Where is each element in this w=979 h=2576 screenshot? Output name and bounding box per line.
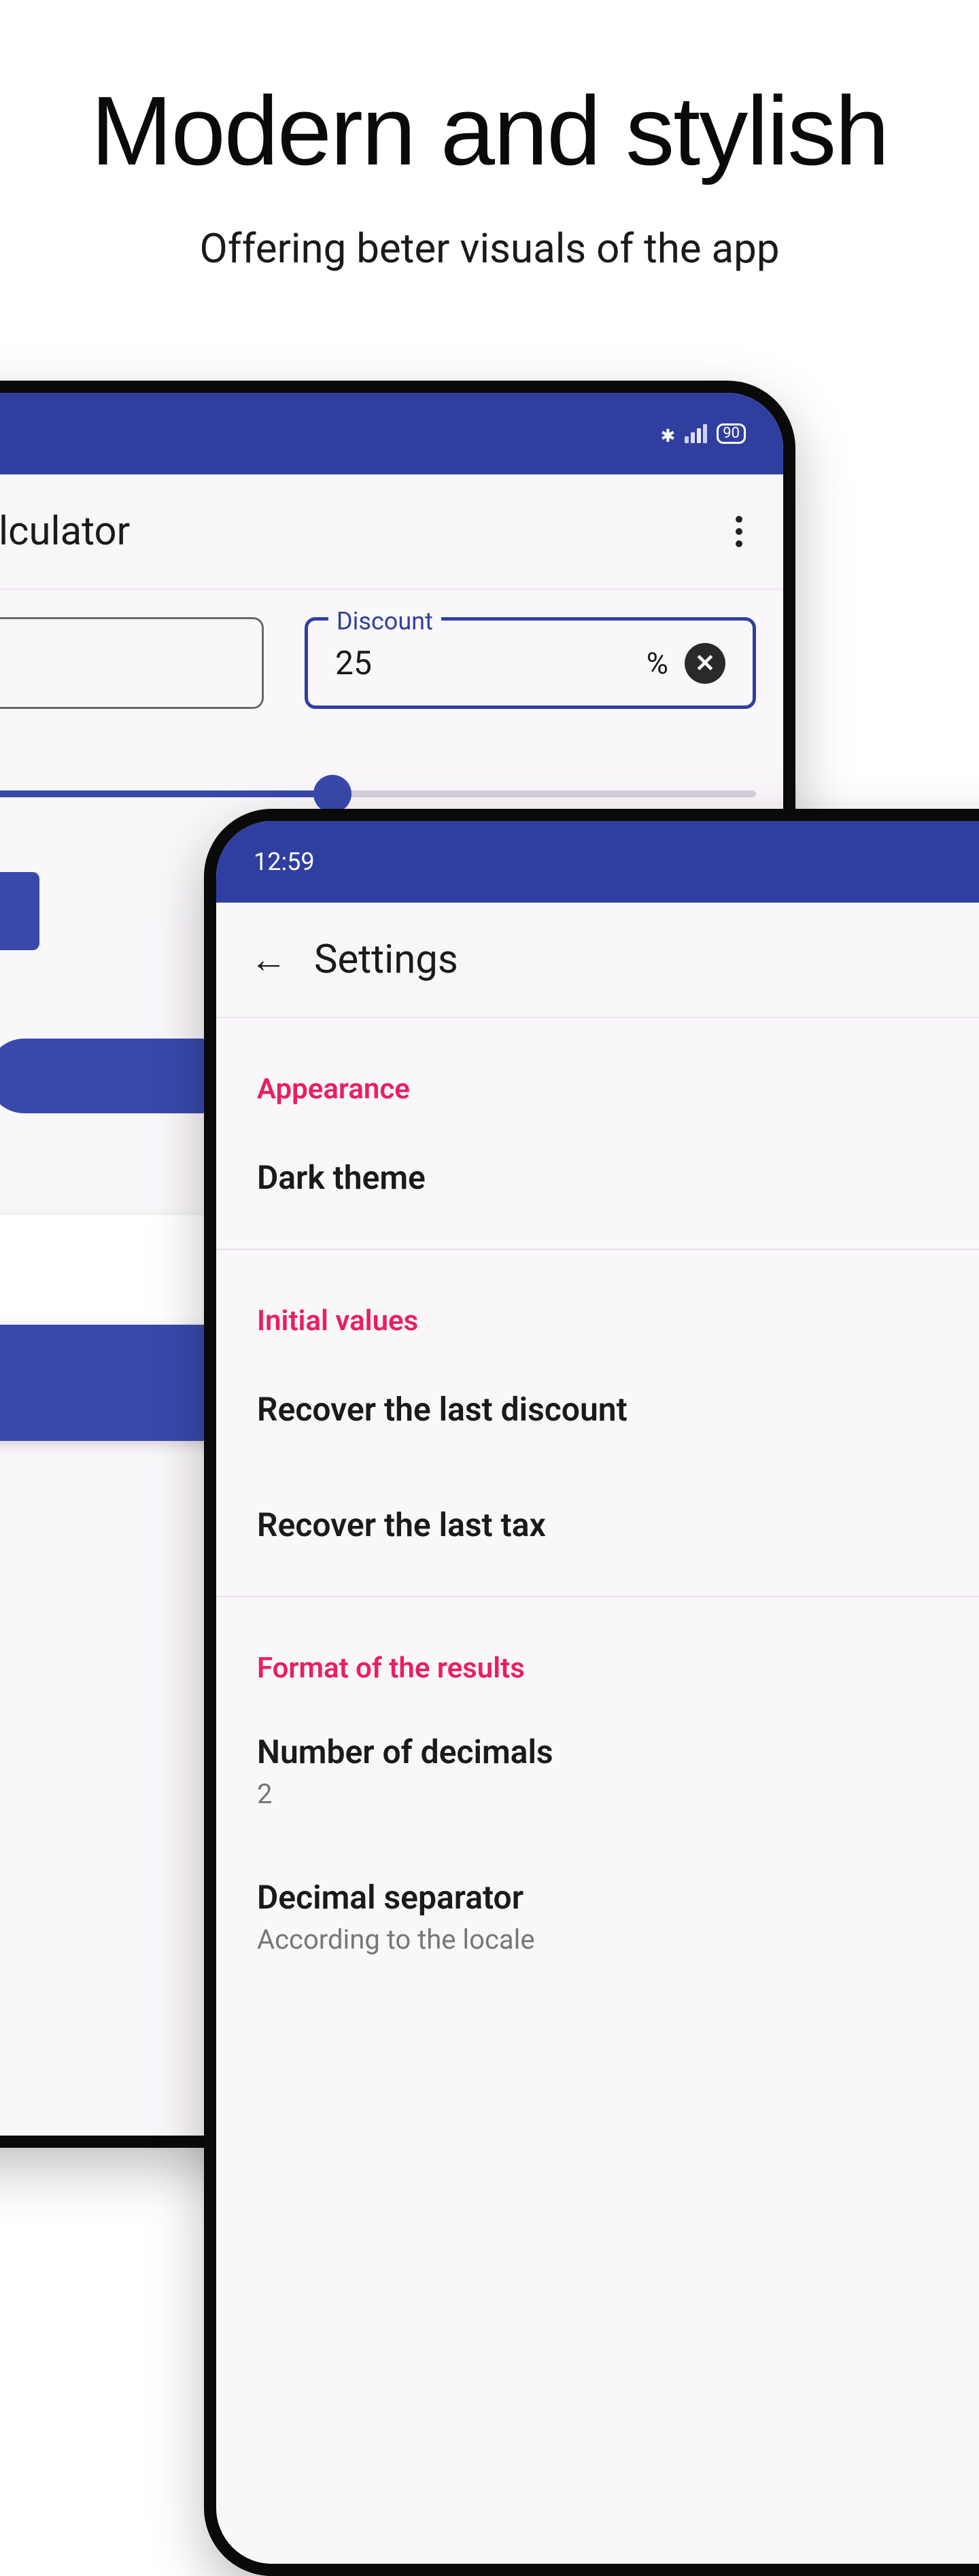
status-time: 12:59 (254, 848, 315, 876)
hero-title: Modern and stylish (91, 75, 889, 188)
settings-app-bar: ← Settings (216, 903, 979, 1018)
recover-discount-row[interactable]: Recover the last discount (216, 1351, 979, 1467)
discount-value: 25 (335, 644, 647, 682)
status-icons: 90 (660, 419, 746, 448)
recover-discount-label: Recover the last discount (257, 1390, 628, 1429)
slider-thumb-icon[interactable] (313, 775, 351, 813)
settings-title: Settings (314, 937, 458, 983)
recover-tax-label: Recover the last tax (257, 1505, 546, 1544)
app-title: scount Calculator (0, 508, 130, 555)
separator-row[interactable]: Decimal separator According to the local… (216, 1844, 979, 1989)
status-bar: 12:59 90 (216, 821, 979, 903)
original-price-value: 30 (0, 644, 235, 682)
format-header: Format of the results (216, 1611, 979, 1699)
app-bar: scount Calculator (0, 474, 783, 590)
original-price-field[interactable]: Original Price 30 (0, 617, 264, 709)
dark-theme-label: Dark theme (257, 1158, 426, 1197)
signal-icon (685, 424, 707, 443)
phone-frame-settings: 12:59 90 ← Settings Appearance Dark them… (204, 809, 979, 2576)
minus-5-button[interactable]: -5 (0, 872, 39, 950)
back-arrow-icon[interactable]: ← (250, 939, 287, 981)
discount-suffix: % (647, 646, 668, 681)
recover-tax-row[interactable]: Recover the last tax (216, 1467, 979, 1582)
dark-theme-row[interactable]: Dark theme (216, 1119, 979, 1235)
hero-subtitle: Offering beter visuals of the app (199, 224, 779, 273)
overflow-menu-icon[interactable] (729, 509, 749, 554)
discount-field[interactable]: Discount 25 % ✕ (305, 617, 756, 709)
bluetooth-icon (660, 419, 675, 448)
divider (216, 1596, 979, 1597)
decimals-title: Number of decimals (257, 1733, 553, 1771)
battery-icon: 90 (717, 423, 746, 444)
status-bar: :59 90 (0, 393, 783, 474)
separator-value: According to the locale (257, 1924, 535, 1955)
separator-title: Decimal separator (257, 1878, 523, 1917)
decimals-row[interactable]: Number of decimals 2 (216, 1699, 979, 1844)
discount-slider[interactable] (0, 790, 756, 797)
decimals-value: 2 (257, 1778, 272, 1810)
clear-icon[interactable]: ✕ (685, 643, 725, 684)
appearance-header: Appearance (216, 1032, 979, 1119)
initial-values-header: Initial values (216, 1264, 979, 1351)
divider (216, 1249, 979, 1250)
discount-label: Discount (328, 607, 441, 636)
